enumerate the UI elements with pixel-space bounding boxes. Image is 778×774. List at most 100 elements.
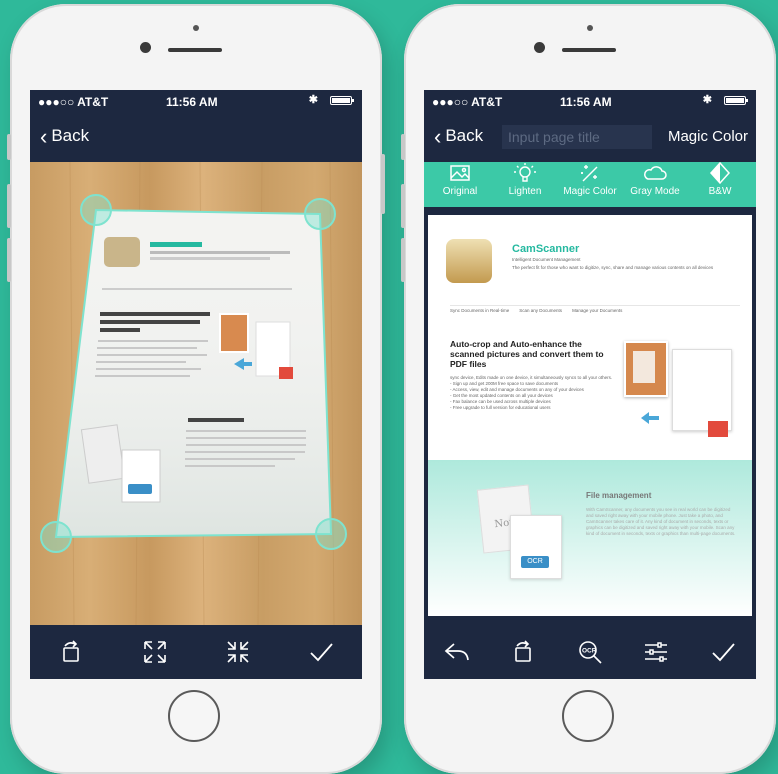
- crop-view: [30, 162, 362, 625]
- doc-headline: Auto-crop and Auto-enhance the scanned p…: [450, 339, 604, 369]
- mute-switch: [7, 134, 11, 160]
- volume-down-button: [7, 238, 11, 282]
- sensor-dot: [587, 25, 593, 31]
- crop-handle-top-left[interactable]: [80, 194, 112, 226]
- filter-label: Lighten: [508, 186, 542, 197]
- doc-bullets: sync device, Edits made on one device, i…: [450, 375, 618, 411]
- volume-up-button: [401, 184, 405, 228]
- volume-up-button: [7, 184, 11, 228]
- filter-bw[interactable]: B&W: [688, 162, 752, 207]
- status-bar: ●●●○○ AT&T 11:56 AM ✱: [30, 90, 362, 112]
- svg-text:OCR: OCR: [582, 648, 597, 655]
- back-button[interactable]: ‹ Back: [40, 123, 90, 149]
- divider: [450, 305, 740, 306]
- undo-button[interactable]: [437, 632, 477, 672]
- photo-thumbnail: [624, 341, 668, 397]
- chevron-left-icon: ‹: [40, 123, 48, 149]
- right-phone: ●●●○○ AT&T 11:56 AM ✱ ‹ Back Magic Color…: [401, 4, 776, 774]
- rotate-icon: [514, 640, 531, 662]
- mute-switch: [401, 134, 405, 160]
- crop-handle-bottom-right[interactable]: [315, 518, 347, 550]
- arrow-icon: [641, 412, 659, 424]
- doc-links: Sync Documents in Real-time Scan any Doc…: [450, 308, 622, 314]
- app-logo-image: [104, 237, 140, 267]
- current-mode-label: Magic Color: [667, 128, 748, 145]
- doc-tagline: Intelligent Document Management: [512, 257, 581, 262]
- carrier-label: ●●●○○ AT&T: [432, 95, 503, 109]
- filter-label: B&W: [708, 186, 732, 197]
- rotate-button[interactable]: [504, 632, 544, 672]
- filter-label: Original: [442, 186, 478, 197]
- app-logo-image: [446, 239, 492, 283]
- battery-icon: [330, 96, 354, 105]
- confirm-button[interactable]: [301, 632, 341, 672]
- home-button[interactable]: [168, 690, 220, 742]
- ocr-card: OCR: [510, 515, 562, 579]
- nav-bar: ‹ Back Magic Color: [424, 112, 756, 162]
- filter-lighten[interactable]: Lighten: [493, 162, 557, 207]
- rotate-icon: [62, 640, 79, 662]
- doc-link: Scan any Documents: [519, 308, 563, 313]
- left-phone: ●●●○○ AT&T 11:56 AM ✱ ‹ Back: [7, 4, 385, 774]
- filter-bar: Original Lighten Magic Color Gray Mode B…: [424, 162, 756, 207]
- doc-section-text: With CamScanner, any documents you see i…: [586, 507, 736, 536]
- doc-app-name: CamScanner: [512, 243, 580, 255]
- expand-button[interactable]: [135, 632, 175, 672]
- right-screen: ●●●○○ AT&T 11:56 AM ✱ ‹ Back Magic Color…: [424, 90, 756, 679]
- doc-intro: The perfect fit for those who want to di…: [512, 265, 714, 270]
- ocr-button[interactable]: OCR: [570, 632, 610, 672]
- image-icon: [450, 165, 470, 181]
- file-management-section: [428, 460, 752, 616]
- confirm-button[interactable]: [703, 632, 743, 672]
- collapse-button[interactable]: [218, 632, 258, 672]
- filter-original[interactable]: Original: [428, 162, 492, 207]
- cloud-icon: [644, 166, 667, 180]
- doc-link: Manage your Documents: [572, 308, 623, 313]
- volume-down-button: [401, 238, 405, 282]
- doc-bullet: - Free upgrade to full version for educa…: [450, 405, 551, 410]
- crop-canvas: [40, 162, 347, 625]
- ocr-icon: OCR: [579, 641, 602, 664]
- carrier-label: ●●●○○ AT&T: [38, 95, 109, 109]
- adjust-button[interactable]: [636, 632, 676, 672]
- pdf-icon: [708, 421, 728, 437]
- home-button[interactable]: [562, 690, 614, 742]
- earpiece-speaker: [562, 48, 616, 52]
- filter-label: Magic Color: [563, 186, 617, 197]
- filter-label: Gray Mode: [630, 186, 680, 197]
- crop-handle-bottom-left[interactable]: [40, 521, 72, 553]
- chevron-left-icon: ‹: [434, 123, 442, 149]
- back-label: Back: [445, 126, 484, 145]
- bulb-icon: [514, 163, 536, 182]
- filter-gray-mode[interactable]: Gray Mode: [623, 162, 687, 207]
- ocr-badge: OCR: [521, 556, 549, 568]
- filter-magic-color[interactable]: Magic Color: [558, 162, 622, 207]
- back-button[interactable]: ‹ Back: [434, 123, 484, 149]
- left-screen: ●●●○○ AT&T 11:56 AM ✱ ‹ Back: [30, 90, 362, 679]
- clock-label: 11:56 AM: [560, 95, 612, 109]
- battery-icon: [724, 96, 748, 105]
- crop-toolbar: [30, 625, 362, 679]
- sparkle-icon: [581, 165, 598, 182]
- expand-icon: [143, 641, 166, 663]
- contrast-icon: [709, 162, 731, 184]
- power-button: [381, 154, 385, 214]
- nav-bar: ‹ Back: [30, 112, 362, 162]
- doc-link: Sync Documents in Real-time: [450, 308, 510, 313]
- front-camera: [140, 42, 151, 53]
- back-label: Back: [51, 126, 90, 145]
- document-preview: CamScanner Intelligent Document Manageme…: [428, 215, 752, 616]
- adjust-icon: [645, 642, 668, 662]
- earpiece-speaker: [168, 48, 222, 52]
- status-bar: ●●●○○ AT&T 11:56 AM ✱: [424, 90, 756, 112]
- page-title-input[interactable]: [502, 125, 652, 149]
- sensor-dot: [193, 25, 199, 31]
- bluetooth-icon: ✱: [702, 94, 712, 106]
- collapse-icon: [226, 641, 249, 663]
- crop-handle-top-right[interactable]: [304, 198, 336, 230]
- checkmark-icon: [712, 643, 735, 662]
- clock-label: 11:56 AM: [166, 95, 218, 109]
- doc-section-title: File management: [586, 491, 652, 500]
- rotate-button[interactable]: [52, 632, 92, 672]
- checkmark-icon: [309, 643, 333, 662]
